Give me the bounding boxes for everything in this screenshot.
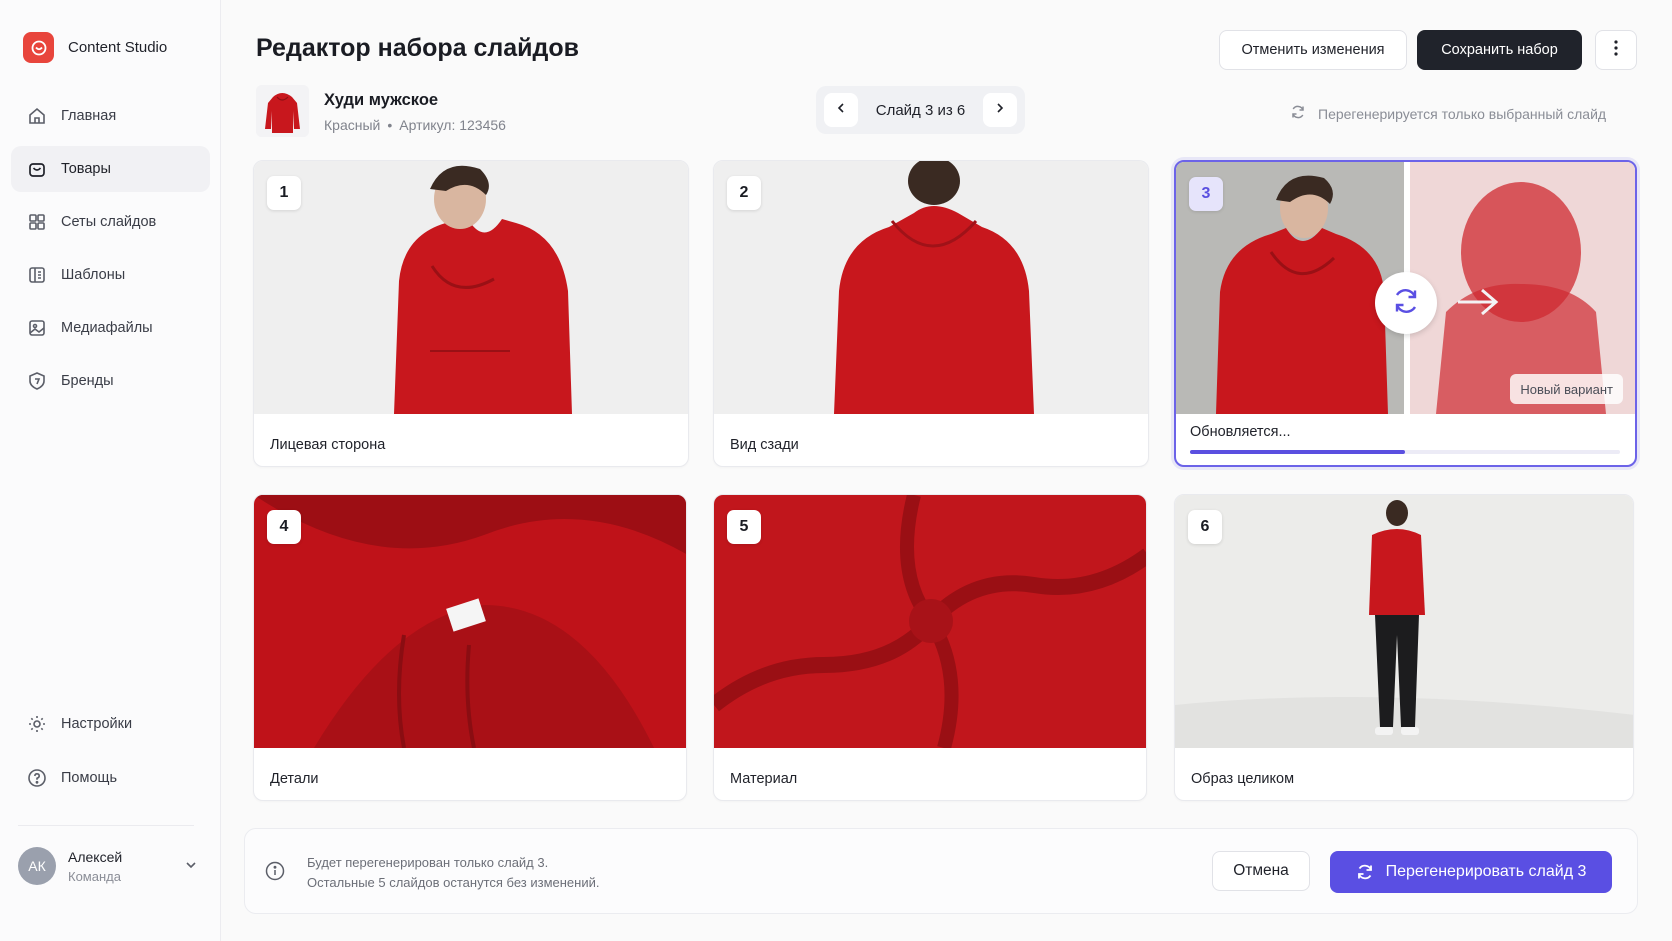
progress-fill bbox=[1190, 450, 1405, 454]
user-name: Алексей bbox=[68, 848, 123, 865]
grid-icon bbox=[26, 211, 48, 233]
regenerating-spinner bbox=[1375, 272, 1437, 334]
sidebar-item-settings[interactable]: Настройки bbox=[11, 700, 210, 748]
slide-number-badge: 6 bbox=[1188, 510, 1222, 544]
sidebar-item-label: Настройки bbox=[61, 716, 133, 732]
slide-caption: Обновляется... bbox=[1190, 424, 1291, 440]
slide-card-6[interactable]: 6 Образ целиком bbox=[1174, 494, 1634, 801]
brand-icon bbox=[26, 370, 48, 392]
slide-image: 5 bbox=[714, 495, 1146, 748]
image-icon bbox=[26, 317, 48, 339]
sidebar-item-products[interactable]: Товары bbox=[11, 146, 210, 192]
sidebar-item-label: Бренды bbox=[61, 373, 114, 389]
slide-number-badge: 1 bbox=[267, 176, 301, 210]
home-icon bbox=[26, 105, 48, 127]
slide-pager: Слайд 3 из 6 bbox=[816, 86, 1025, 134]
info-icon bbox=[265, 861, 285, 886]
logo[interactable]: Content Studio bbox=[23, 32, 167, 63]
secondary-nav: Настройки Помощь bbox=[11, 700, 210, 808]
sidebar: Content Studio Главная Товары Сеты слайд… bbox=[0, 0, 221, 941]
refresh-icon bbox=[1391, 286, 1421, 321]
product-sku: Артикул: 123456 bbox=[399, 117, 506, 133]
user-team: Команда bbox=[68, 868, 121, 884]
bag-icon bbox=[26, 158, 48, 180]
more-menu-button[interactable] bbox=[1595, 30, 1637, 70]
gear-icon bbox=[26, 713, 48, 735]
main-nav: Главная Товары Сеты слайдов Шаблоны Меди… bbox=[11, 93, 210, 411]
slide-image: 3 Новый вариант bbox=[1176, 162, 1635, 414]
template-icon bbox=[26, 264, 48, 286]
slide-caption: Материал bbox=[730, 771, 798, 787]
product-name: Худи мужское bbox=[324, 91, 439, 109]
slide-image: 6 bbox=[1175, 495, 1633, 748]
refresh-icon bbox=[1290, 104, 1306, 123]
save-set-button[interactable]: Сохранить набор bbox=[1417, 30, 1582, 70]
slide-card-4[interactable]: 4 Детали bbox=[253, 494, 687, 801]
chevron-down-icon[interactable] bbox=[184, 858, 198, 877]
sidebar-item-templates[interactable]: Шаблоны bbox=[11, 252, 210, 298]
sidebar-item-media[interactable]: Медиафайлы bbox=[11, 305, 210, 351]
update-progress-bar bbox=[1190, 450, 1620, 454]
sidebar-divider bbox=[18, 825, 194, 826]
sidebar-item-label: Шаблоны bbox=[61, 267, 126, 283]
slide-caption: Образ целиком bbox=[1191, 771, 1295, 787]
user-menu[interactable]: АК Алексей Команда bbox=[18, 846, 198, 886]
regen-hint-text: Перегенерируется только выбранный слайд bbox=[1318, 105, 1607, 122]
slide-caption: Лицевая сторона bbox=[270, 437, 386, 453]
sidebar-item-label: Помощь bbox=[61, 770, 118, 786]
sidebar-item-help[interactable]: Помощь bbox=[11, 754, 210, 802]
slide-card-5[interactable]: 5 Материал bbox=[713, 494, 1147, 801]
slide-number-badge: 5 bbox=[727, 510, 761, 544]
product-thumbnail bbox=[256, 85, 309, 137]
regenerate-slide-button[interactable]: Перегенерировать слайд 3 bbox=[1330, 851, 1612, 893]
slide-card-2[interactable]: 2 Вид сзади bbox=[713, 160, 1149, 467]
avatar: АК bbox=[18, 847, 56, 885]
confirm-message-line-1: Будет перегенерирован только слайд 3. bbox=[307, 855, 549, 870]
slide-counter: Слайд 3 из 6 bbox=[875, 101, 966, 119]
cancel-button[interactable]: Отмена bbox=[1212, 851, 1310, 891]
product-color: Красный bbox=[324, 117, 381, 133]
slide-image: 1 bbox=[254, 161, 688, 414]
sidebar-item-label: Сеты слайдов bbox=[61, 214, 157, 230]
sidebar-item-brands[interactable]: Бренды bbox=[11, 358, 210, 404]
next-slide-button[interactable] bbox=[982, 93, 1017, 127]
app-name: Content Studio bbox=[68, 39, 168, 56]
slide-number-badge: 2 bbox=[727, 176, 761, 210]
regenerate-slide-label: Перегенерировать слайд 3 bbox=[1385, 863, 1587, 880]
confirm-message-line-2: Остальные 5 слайдов останутся без измене… bbox=[307, 875, 600, 890]
regenerate-confirm-bar: Будет перегенерирован только слайд 3. Ос… bbox=[244, 828, 1638, 914]
slide-caption: Детали bbox=[270, 771, 319, 787]
slide-caption: Вид сзади bbox=[730, 437, 799, 453]
separator-dot: • bbox=[387, 117, 393, 133]
more-vertical-icon bbox=[1614, 39, 1618, 61]
sidebar-item-label: Медиафайлы bbox=[61, 320, 153, 336]
regen-hint: Перегенерируется только выбранный слайд bbox=[1290, 104, 1606, 123]
slide-number-badge: 4 bbox=[267, 510, 301, 544]
slide-card-1[interactable]: 1 Лицевая сторона bbox=[253, 160, 689, 467]
sidebar-item-slide-sets[interactable]: Сеты слайдов bbox=[11, 199, 210, 245]
logo-icon bbox=[23, 32, 54, 63]
help-icon bbox=[26, 767, 48, 789]
slide-image: 4 bbox=[254, 495, 686, 748]
sidebar-item-label: Главная bbox=[61, 108, 117, 124]
chevron-right-icon bbox=[994, 101, 1006, 119]
page-title: Редактор набора слайдов bbox=[256, 34, 580, 62]
product-meta: Красный • Артикул: 123456 bbox=[324, 117, 506, 133]
sidebar-item-label: Товары bbox=[61, 161, 111, 177]
discard-changes-button[interactable]: Отменить изменения bbox=[1219, 30, 1407, 70]
new-variant-label: Новый вариант bbox=[1510, 374, 1623, 404]
slide-image: 2 bbox=[714, 161, 1148, 414]
sidebar-item-home[interactable]: Главная bbox=[11, 93, 210, 139]
prev-slide-button[interactable] bbox=[824, 93, 858, 127]
chevron-left-icon bbox=[835, 101, 847, 119]
refresh-icon bbox=[1356, 863, 1374, 881]
slide-card-3[interactable]: 3 Новый вариант Обновляется... bbox=[1174, 160, 1637, 467]
slide-number-badge: 3 bbox=[1189, 177, 1223, 211]
